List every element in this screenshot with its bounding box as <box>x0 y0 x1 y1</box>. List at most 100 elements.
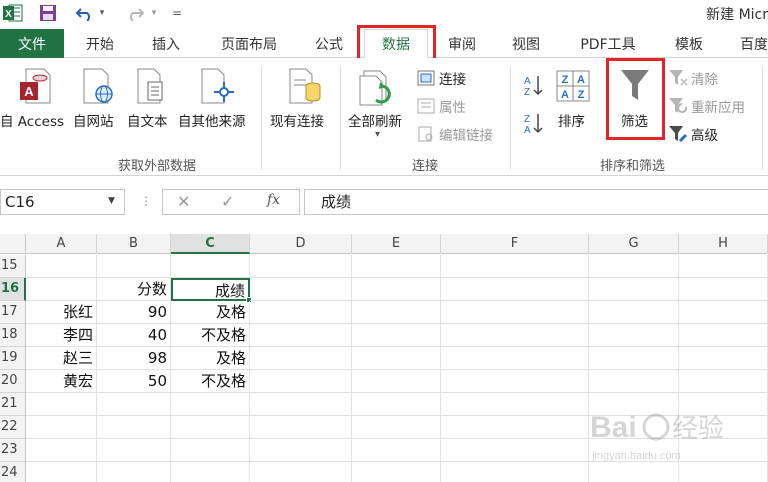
row-header-21[interactable]: 21 <box>0 393 26 416</box>
clear-filter-button[interactable]: 清除 <box>668 68 718 88</box>
cell-e15[interactable] <box>352 255 441 278</box>
from-access-button[interactable]: 自 Access <box>0 110 64 130</box>
cell-b17[interactable]: 90 <box>97 301 171 324</box>
customize-qat-icon[interactable]: = <box>170 3 184 23</box>
cell-f22[interactable] <box>441 416 589 439</box>
sort-button[interactable]: 排序 <box>558 110 585 130</box>
cell-c17[interactable]: 及格 <box>171 301 250 324</box>
cell-d24[interactable] <box>250 462 352 482</box>
cell-f21[interactable] <box>441 393 589 416</box>
tab-page-layout[interactable]: 页面布局 <box>210 29 288 58</box>
cell-d22[interactable] <box>250 416 352 439</box>
cancel-icon[interactable]: ✕ <box>177 192 190 211</box>
cell-b20[interactable]: 50 <box>97 370 171 393</box>
save-icon[interactable] <box>36 3 60 23</box>
cell-c16[interactable]: 成绩 <box>171 278 250 301</box>
cell-g18[interactable] <box>589 324 679 347</box>
sort-desc-icon[interactable]: Z A <box>522 112 544 138</box>
formula-input[interactable]: 成绩 <box>304 189 768 215</box>
cell-b15[interactable] <box>97 255 171 278</box>
cell-f15[interactable] <box>441 255 589 278</box>
refresh-all-dropdown-icon[interactable]: ▾ <box>375 129 380 140</box>
cell-c20[interactable]: 不及格 <box>171 370 250 393</box>
cell-f24[interactable] <box>441 462 589 482</box>
formula-bar-grip-icon[interactable]: ⋮ <box>140 194 152 208</box>
column-header-e[interactable]: E <box>352 234 441 254</box>
cell-f19[interactable] <box>441 347 589 370</box>
row-header-20[interactable]: 20 <box>0 370 26 393</box>
from-text-button[interactable]: 自文本 <box>127 110 168 130</box>
tab-home[interactable]: 开始 <box>74 29 126 58</box>
cell-c21[interactable] <box>171 393 250 416</box>
cell-c19[interactable]: 及格 <box>171 347 250 370</box>
column-header-h[interactable]: H <box>679 234 768 254</box>
cell-g16[interactable] <box>589 278 679 301</box>
select-all-corner[interactable] <box>0 234 26 254</box>
properties-button[interactable]: 属性 <box>417 96 466 116</box>
cell-a19[interactable]: 赵三 <box>26 347 97 370</box>
column-header-a[interactable]: A <box>26 234 97 254</box>
tab-insert[interactable]: 插入 <box>140 29 192 58</box>
sort-asc-icon[interactable]: A Z <box>522 74 544 100</box>
cell-b16[interactable]: 分数 <box>97 278 171 301</box>
tab-review[interactable]: 审阅 <box>436 29 488 58</box>
from-web-button[interactable]: 自网站 <box>73 110 114 130</box>
reapply-button[interactable]: 重新应用 <box>668 96 745 116</box>
cell-a18[interactable]: 李四 <box>26 324 97 347</box>
cell-c18[interactable]: 不及格 <box>171 324 250 347</box>
cell-e16[interactable] <box>352 278 441 301</box>
cell-e18[interactable] <box>352 324 441 347</box>
row-header-15[interactable]: 15 <box>0 255 26 278</box>
name-box-dropdown-icon[interactable]: ▼ <box>108 196 115 206</box>
cell-a17[interactable]: 张红 <box>26 301 97 324</box>
cell-a20[interactable]: 黄宏 <box>26 370 97 393</box>
cell-f17[interactable] <box>441 301 589 324</box>
column-header-c[interactable]: C <box>171 234 250 254</box>
cell-a15[interactable] <box>26 255 97 278</box>
cell-e23[interactable] <box>352 439 441 462</box>
cell-d23[interactable] <box>250 439 352 462</box>
row-header-22[interactable]: 22 <box>0 416 26 439</box>
row-header-16[interactable]: 16 <box>0 278 26 301</box>
cell-d21[interactable] <box>250 393 352 416</box>
cell-d16[interactable] <box>250 278 352 301</box>
cell-c23[interactable] <box>171 439 250 462</box>
cell-g17[interactable] <box>589 301 679 324</box>
cell-h19[interactable] <box>679 347 768 370</box>
name-box[interactable]: C16 <box>0 189 125 215</box>
undo-dropdown-icon[interactable]: ▾ <box>96 3 108 23</box>
insert-function-icon[interactable]: fx <box>267 192 280 208</box>
cell-a24[interactable] <box>26 462 97 482</box>
row-header-18[interactable]: 18 <box>0 324 26 347</box>
cell-e17[interactable] <box>352 301 441 324</box>
cell-f23[interactable] <box>441 439 589 462</box>
cell-e22[interactable] <box>352 416 441 439</box>
cell-c24[interactable] <box>171 462 250 482</box>
cell-d17[interactable] <box>250 301 352 324</box>
cell-f16[interactable] <box>441 278 589 301</box>
row-header-23[interactable]: 23 <box>0 439 26 462</box>
cell-d19[interactable] <box>250 347 352 370</box>
cell-a22[interactable] <box>26 416 97 439</box>
cell-b23[interactable] <box>97 439 171 462</box>
cell-e24[interactable] <box>352 462 441 482</box>
tab-view[interactable]: 视图 <box>500 29 552 58</box>
enter-icon[interactable]: ✓ <box>221 192 234 211</box>
tab-formulas[interactable]: 公式 <box>302 29 356 58</box>
connections-button[interactable]: 连接 <box>417 68 466 88</box>
redo-icon[interactable] <box>124 3 146 23</box>
row-header-17[interactable]: 17 <box>0 301 26 324</box>
cell-e21[interactable] <box>352 393 441 416</box>
cell-f18[interactable] <box>441 324 589 347</box>
cell-g15[interactable] <box>589 255 679 278</box>
column-header-f[interactable]: F <box>441 234 589 254</box>
tab-data[interactable]: 数据 <box>364 29 428 59</box>
cell-c15[interactable] <box>171 255 250 278</box>
tab-file[interactable]: 文件 <box>0 29 64 58</box>
refresh-all-button[interactable]: 全部刷新 <box>348 110 402 130</box>
cell-b24[interactable] <box>97 462 171 482</box>
cell-a21[interactable] <box>26 393 97 416</box>
row-header-24[interactable]: 24 <box>0 462 26 482</box>
cell-e20[interactable] <box>352 370 441 393</box>
tab-pdf-tools[interactable]: PDF工具 <box>568 29 648 58</box>
